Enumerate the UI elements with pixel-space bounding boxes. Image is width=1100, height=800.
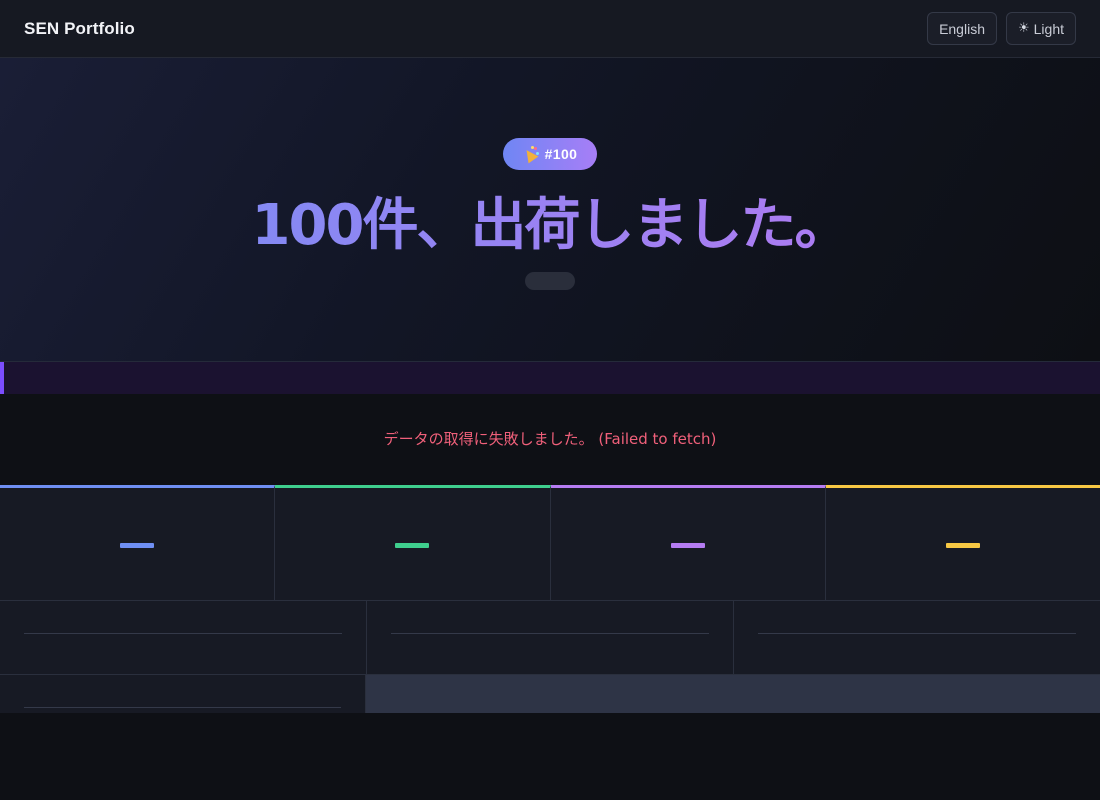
badge-label: #100 xyxy=(544,146,578,162)
error-message: データの取得に失敗しました。 (Failed to fetch) xyxy=(383,430,717,448)
milestone-badge: #100 xyxy=(503,138,597,170)
stat-card xyxy=(825,485,1100,600)
brand-title[interactable]: SEN Portfolio xyxy=(24,19,135,39)
theme-toggle-button[interactable]: ☀ Light xyxy=(1005,12,1076,45)
hero-section: #100 100件、出荷しました。 xyxy=(0,58,1100,362)
progress-bar xyxy=(0,362,1100,394)
grid-item[interactable] xyxy=(367,601,734,675)
stat-card xyxy=(550,485,826,600)
stat-value-placeholder xyxy=(945,543,980,548)
header-actions: English ☀ Light xyxy=(927,12,1076,45)
item-grid xyxy=(0,601,1100,713)
grid-placeholder xyxy=(366,675,1100,713)
language-button[interactable]: English xyxy=(927,12,997,45)
grid-item-divider xyxy=(391,633,709,634)
party-popper-icon xyxy=(521,146,539,164)
grid-item[interactable] xyxy=(0,601,367,675)
stat-card xyxy=(0,485,276,600)
grid-item[interactable] xyxy=(734,601,1100,675)
sun-icon: ☀ xyxy=(1017,21,1030,36)
grid-item-divider xyxy=(24,707,341,708)
grid-item[interactable] xyxy=(0,675,366,713)
theme-label: Light xyxy=(1033,20,1064,37)
hero-subtitle-placeholder xyxy=(525,272,575,290)
stat-value-placeholder xyxy=(670,543,705,548)
stats-row xyxy=(0,485,1100,601)
grid-item-divider xyxy=(758,633,1076,634)
stat-value-placeholder xyxy=(120,543,155,548)
top-bar: SEN Portfolio English ☀ Light xyxy=(0,0,1100,58)
grid-item-divider xyxy=(24,633,342,634)
hero-title: 100件、出荷しました。 xyxy=(0,190,1100,262)
stat-value-placeholder xyxy=(395,543,430,548)
stat-card xyxy=(275,485,551,600)
language-label: English xyxy=(939,20,985,37)
progress-fill xyxy=(0,362,4,394)
